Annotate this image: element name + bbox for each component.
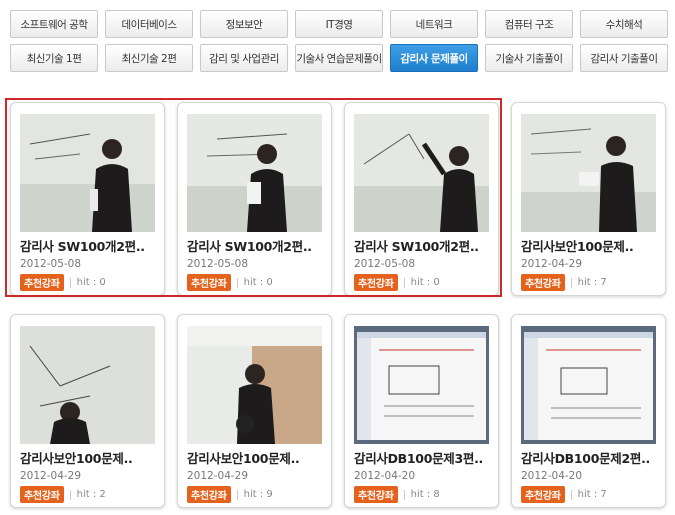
recommended-badge: 추천강좌 [354, 274, 398, 291]
lecture-card[interactable]: 감리사 SW100개2편.. 2012-05-08 추천강좌 hit : 0 [344, 102, 499, 296]
lecture-meta: 추천강좌 hit : 0 [354, 274, 440, 291]
lecture-date: 2012-04-29 [20, 470, 82, 482]
divider [570, 277, 572, 288]
lecture-title[interactable]: 감리사 SW100개2편.. [20, 236, 158, 255]
lecture-date: 2012-05-08 [187, 258, 249, 270]
tab-audit-management[interactable]: 감리 및 사업관리 [200, 44, 288, 72]
tab-latest-tech-1[interactable]: 최신기술 1편 [10, 44, 98, 72]
hit-count: hit : 8 [410, 489, 440, 500]
lecture-title[interactable]: 감리사 SW100개2편.. [187, 236, 325, 255]
lecture-date: 2012-04-20 [354, 470, 416, 482]
recommended-badge: 추천강좌 [521, 486, 565, 503]
lecture-title[interactable]: 감리사보안100문제.. [187, 448, 325, 467]
lecture-card[interactable]: 감리사 SW100개2편.. 2012-05-08 추천강좌 hit : 0 [10, 102, 165, 296]
recommended-badge: 추천강좌 [187, 274, 231, 291]
lecture-date: 2012-04-29 [521, 258, 583, 270]
lecture-meta: 추천강좌 hit : 0 [20, 274, 106, 291]
tab-auditor-problems[interactable]: 감리사 문제풀이 [390, 44, 478, 72]
lecture-date: 2012-05-08 [20, 258, 82, 270]
tab-auditor-past-exams[interactable]: 감리사 기출풀이 [580, 44, 668, 72]
tab-database[interactable]: 데이터베이스 [105, 10, 193, 38]
hit-count: hit : 7 [577, 277, 607, 288]
tab-network[interactable]: 네트워크 [390, 10, 478, 38]
tab-engineer-practice[interactable]: 기술사 연습문제풀이 [295, 44, 383, 72]
recommended-badge: 추천강좌 [20, 274, 64, 291]
lecture-meta: 추천강좌 hit : 7 [521, 274, 607, 291]
lecture-title[interactable]: 감리사DB100문제2편.. [521, 448, 659, 467]
lecture-card[interactable]: 감리사보안100문제.. 2012-04-29 추천강좌 hit : 7 [511, 102, 666, 296]
lecture-card[interactable]: 감리사DB100문제3편.. 2012-04-20 추천강좌 hit : 8 [344, 314, 499, 508]
tab-it-management[interactable]: IT경영 [295, 10, 383, 38]
lecture-thumbnail[interactable] [521, 114, 656, 232]
recommended-badge: 추천강좌 [354, 486, 398, 503]
category-tabs: 소프트웨어 공학 데이터베이스 정보보안 IT경영 네트워크 컴퓨터 구조 수치… [10, 10, 670, 72]
recommended-badge: 추천강좌 [187, 486, 231, 503]
hit-count: hit : 7 [577, 489, 607, 500]
divider [570, 489, 572, 500]
hit-count: hit : 9 [243, 489, 273, 500]
recommended-badge: 추천강좌 [521, 274, 565, 291]
hit-count: hit : 0 [76, 277, 106, 288]
lecture-thumbnail[interactable] [354, 114, 489, 232]
hit-count: hit : 2 [76, 489, 106, 500]
hit-count: hit : 0 [243, 277, 273, 288]
lecture-meta: 추천강좌 hit : 7 [521, 486, 607, 503]
lecture-thumbnail[interactable] [354, 326, 489, 444]
recommended-badge: 추천강좌 [20, 486, 64, 503]
lecture-thumbnail[interactable] [20, 114, 155, 232]
divider [403, 489, 405, 500]
lecture-date: 2012-04-29 [187, 470, 249, 482]
divider [69, 489, 71, 500]
lecture-meta: 추천강좌 hit : 0 [187, 274, 273, 291]
hit-count: hit : 0 [410, 277, 440, 288]
lecture-title[interactable]: 감리사 SW100개2편.. [354, 236, 492, 255]
lecture-meta: 추천강좌 hit : 2 [20, 486, 106, 503]
divider [403, 277, 405, 288]
lecture-card[interactable]: 감리사보안100문제.. 2012-04-29 추천강좌 hit : 2 [10, 314, 165, 508]
tab-latest-tech-2[interactable]: 최신기술 2편 [105, 44, 193, 72]
lecture-card[interactable]: 감리사DB100문제2편.. 2012-04-20 추천강좌 hit : 7 [511, 314, 666, 508]
lecture-thumbnail[interactable] [187, 326, 322, 444]
lecture-card[interactable]: 감리사 SW100개2편.. 2012-05-08 추천강좌 hit : 0 [177, 102, 332, 296]
divider [69, 277, 71, 288]
tab-computer-architecture[interactable]: 컴퓨터 구조 [485, 10, 573, 38]
divider [236, 489, 238, 500]
tab-row-2: 최신기술 1편 최신기술 2편 감리 및 사업관리 기술사 연습문제풀이 감리사… [10, 44, 670, 72]
lecture-grid: 감리사 SW100개2편.. 2012-05-08 추천강좌 hit : 0 감… [10, 102, 670, 508]
lecture-thumbnail[interactable] [20, 326, 155, 444]
tab-numerical-analysis[interactable]: 수치해석 [580, 10, 668, 38]
tab-engineer-past-exams[interactable]: 기술사 기출풀이 [485, 44, 573, 72]
lecture-date: 2012-04-20 [521, 470, 583, 482]
lecture-thumbnail[interactable] [187, 114, 322, 232]
lecture-meta: 추천강좌 hit : 9 [187, 486, 273, 503]
lecture-meta: 추천강좌 hit : 8 [354, 486, 440, 503]
lecture-title[interactable]: 감리사보안100문제.. [20, 448, 158, 467]
lecture-title[interactable]: 감리사DB100문제3편.. [354, 448, 492, 467]
lecture-date: 2012-05-08 [354, 258, 416, 270]
tab-software-engineering[interactable]: 소프트웨어 공학 [10, 10, 98, 38]
divider [236, 277, 238, 288]
lecture-card[interactable]: 감리사보안100문제.. 2012-04-29 추천강좌 hit : 9 [177, 314, 332, 508]
lecture-thumbnail[interactable] [521, 326, 656, 444]
tab-row-1: 소프트웨어 공학 데이터베이스 정보보안 IT경영 네트워크 컴퓨터 구조 수치… [10, 10, 670, 38]
tab-security[interactable]: 정보보안 [200, 10, 288, 38]
lecture-title[interactable]: 감리사보안100문제.. [521, 236, 659, 255]
